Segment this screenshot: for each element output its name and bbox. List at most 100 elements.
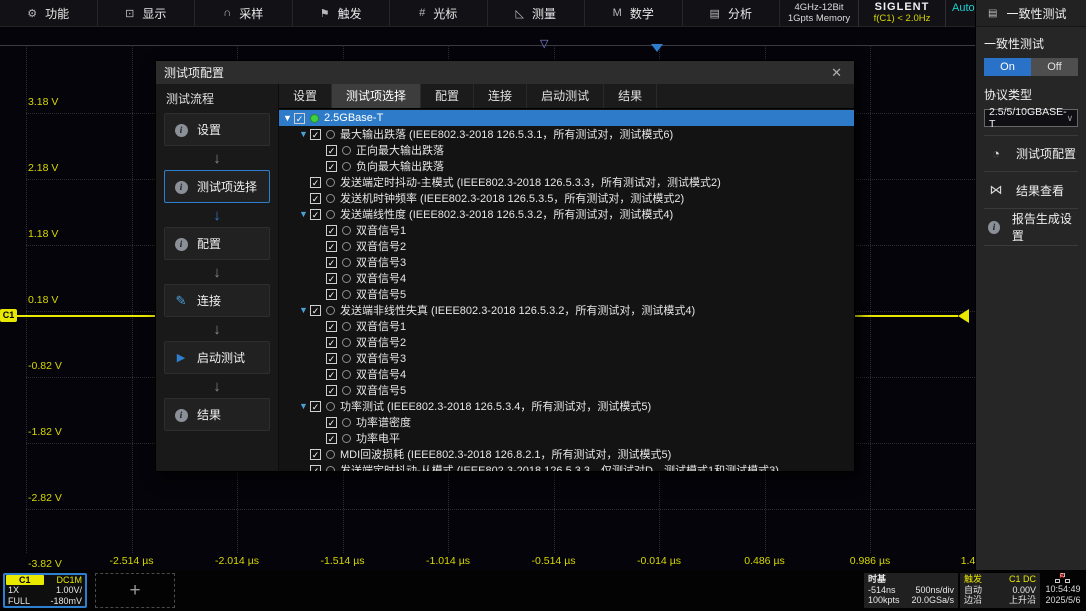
tree-row[interactable]: ✓双音信号4 [279, 270, 854, 286]
sidebar-header[interactable]: ▤ 一致性测试 [976, 0, 1086, 27]
tree-item-label: 发送端定时抖动-主模式 (IEEE802.3-2018 126.5.3.3，所有… [340, 174, 721, 190]
channel-probe: 1X [8, 585, 19, 595]
tree-row[interactable]: ✓功率电平 [279, 430, 854, 446]
test-flow-steps: i设置↓i测试项选择↓i配置↓✎连接↓▶启动测试↓i结果 [164, 113, 270, 431]
timebase-sample-rate: 20.0GSa/s [911, 595, 954, 606]
tab-启动测试[interactable]: 启动测试 [527, 84, 604, 108]
tree-row[interactable]: ▼✓最大输出跌落 (IEEE802.3-2018 126.5.3.1，所有测试对… [279, 126, 854, 142]
flow-step[interactable]: i设置 [164, 113, 270, 146]
acquisition-mode-badge[interactable]: Auto [952, 2, 975, 14]
menu-item-analysis[interactable]: ▤分析 [683, 0, 781, 26]
sidebar-item-info[interactable]: i报告生成设置 [984, 209, 1078, 246]
checkbox[interactable]: ✓ [294, 113, 305, 124]
checkbox[interactable]: ✓ [310, 305, 321, 316]
menu-item-display[interactable]: ⊡显示 [98, 0, 196, 26]
toggle-on-button[interactable]: On [984, 58, 1031, 76]
menu-item-math[interactable]: M数学 [585, 0, 683, 26]
add-channel-button[interactable]: + [95, 573, 175, 608]
tree-row[interactable]: ✓正向最大输出跌落 [279, 142, 854, 158]
tree-row[interactable]: ✓双音信号1 [279, 318, 854, 334]
timebase-descriptor[interactable]: 时基 -514ns 500ns/div 100kpts 20.0GSa/s [864, 573, 958, 608]
tree-row[interactable]: ✓负向最大输出跌落 [279, 158, 854, 174]
tree-row[interactable]: ✓功率谱密度 [279, 414, 854, 430]
tree-row[interactable]: ✓MDI回波损耗 (IEEE802.3-2018 126.8.2.1，所有测试对… [279, 446, 854, 462]
channel-name-chip: C1 [6, 575, 44, 585]
tree-row[interactable]: ▼✓发送端非线性失真 (IEEE802.3-2018 126.5.3.2，所有测… [279, 302, 854, 318]
menu-item-gear[interactable]: ⚙功能 [0, 0, 98, 26]
tree-row[interactable]: ▼✓发送端线性度 (IEEE802.3-2018 126.5.3.2，所有测试对… [279, 206, 854, 222]
tree-row[interactable]: ✓双音信号5 [279, 382, 854, 398]
x-axis-label: -1.014 µs [426, 555, 470, 567]
tree-row[interactable]: ✓双音信号5 [279, 286, 854, 302]
flow-step[interactable]: i结果 [164, 398, 270, 431]
trigger-descriptor[interactable]: 触发 C1 DC 自动 0.00V 边沿 上升沿 [960, 573, 1040, 608]
tree-row[interactable]: ✓ 发送端定时抖动-主模式 (IEEE802.3-2018 126.5.3.3，所… [279, 174, 854, 190]
tree-row[interactable]: ✓发送端定时抖动-从模式 (IEEE802.3-2018 126.5.3.3，仅… [279, 462, 854, 471]
tree-row[interactable]: ✓双音信号2 [279, 238, 854, 254]
flow-step[interactable]: i配置 [164, 227, 270, 260]
checkbox[interactable]: ✓ [310, 193, 321, 204]
trigger-level-arrow-icon[interactable] [958, 309, 969, 323]
tree-row[interactable]: ✓双音信号3 [279, 350, 854, 366]
tree-item-label: 双音信号1 [356, 222, 406, 238]
tree-row[interactable]: ▼✓功率测试 (IEEE802.3-2018 126.5.3.4，所有测试对，测… [279, 398, 854, 414]
timebase-delay: -514ns [868, 585, 896, 596]
flow-step[interactable]: i测试项选择 [164, 170, 270, 203]
expand-arrow-icon[interactable]: ▼ [297, 305, 310, 315]
trigger-position-marker-icon[interactable]: ▽ [540, 37, 548, 50]
checkbox[interactable]: ✓ [326, 369, 337, 380]
checkbox[interactable]: ✓ [326, 289, 337, 300]
checkbox[interactable]: ✓ [310, 401, 321, 412]
trigger-delay-marker-icon[interactable] [651, 44, 663, 52]
checkbox[interactable]: ✓ [326, 417, 337, 428]
checkbox[interactable]: ✓ [326, 321, 337, 332]
flow-step[interactable]: ✎连接 [164, 284, 270, 317]
dialog-title-bar[interactable]: 测试项配置 ✕ [156, 61, 854, 84]
checkbox[interactable]: ✓ [326, 273, 337, 284]
menu-item-flag[interactable]: ⚑触发 [293, 0, 391, 26]
expand-arrow-icon[interactable]: ▼ [297, 401, 310, 411]
sidebar-item-glasses[interactable]: ⋈结果查看 [984, 172, 1078, 209]
tree-row[interactable]: ✓ 双音信号1 [279, 222, 854, 238]
checkbox[interactable]: ✓ [310, 449, 321, 460]
checkbox[interactable]: ✓ [310, 209, 321, 220]
checkbox[interactable]: ✓ [326, 225, 337, 236]
checkbox[interactable]: ✓ [310, 465, 321, 472]
checkbox[interactable]: ✓ [326, 257, 337, 268]
menu-item-acquire[interactable]: ∩采样 [195, 0, 293, 26]
checkbox[interactable]: ✓ [326, 241, 337, 252]
toggle-off-button[interactable]: Off [1031, 58, 1078, 76]
checkbox[interactable]: ✓ [326, 337, 337, 348]
checkbox[interactable]: ✓ [326, 433, 337, 444]
tree-row[interactable]: ▼✓2.5GBase-T [279, 110, 854, 126]
timebase-title: 时基 [868, 574, 886, 585]
checkbox[interactable]: ✓ [310, 177, 321, 188]
tab-设置[interactable]: 设置 [279, 84, 332, 108]
status-circle-icon [342, 290, 351, 299]
tree-row[interactable]: ✓发送机时钟频率 (IEEE802.3-2018 126.5.3.5，所有测试对… [279, 190, 854, 206]
checkbox[interactable]: ✓ [326, 145, 337, 156]
tab-测试项选择[interactable]: 测试项选择 [332, 84, 421, 108]
expand-arrow-icon[interactable]: ▼ [281, 113, 294, 123]
tab-配置[interactable]: 配置 [421, 84, 474, 108]
close-icon[interactable]: ✕ [827, 65, 846, 81]
channel-bandwidth: FULL [8, 596, 30, 606]
protocol-type-dropdown[interactable]: 2.5/5/10GBASE-T ∨ [984, 109, 1078, 127]
sidebar-item-clock[interactable]: ◔测试项配置 [984, 135, 1078, 172]
expand-arrow-icon[interactable]: ▼ [297, 209, 310, 219]
checkbox[interactable]: ✓ [326, 161, 337, 172]
tree-row[interactable]: ✓双音信号3 [279, 254, 854, 270]
expand-arrow-icon[interactable]: ▼ [297, 129, 310, 139]
menu-item-measure[interactable]: ◺测量 [488, 0, 586, 26]
checkbox[interactable]: ✓ [326, 353, 337, 364]
channel-c1-descriptor[interactable]: C1 DC1M 1X 1.00V/ FULL -180mV [3, 573, 87, 608]
checkbox[interactable]: ✓ [310, 129, 321, 140]
tree-row[interactable]: ✓双音信号4 [279, 366, 854, 382]
menu-item-cursor[interactable]: #光标 [390, 0, 488, 26]
tree-row[interactable]: ✓双音信号2 [279, 334, 854, 350]
flow-step[interactable]: ▶启动测试 [164, 341, 270, 374]
oscilloscope-screen: ⚙功能⊡显示∩采样⚑触发#光标◺测量M数学▤分析 4GHz-12Bit 1Gpt… [0, 0, 1086, 611]
checkbox[interactable]: ✓ [326, 385, 337, 396]
tab-连接[interactable]: 连接 [474, 84, 527, 108]
tab-结果[interactable]: 结果 [604, 84, 657, 108]
